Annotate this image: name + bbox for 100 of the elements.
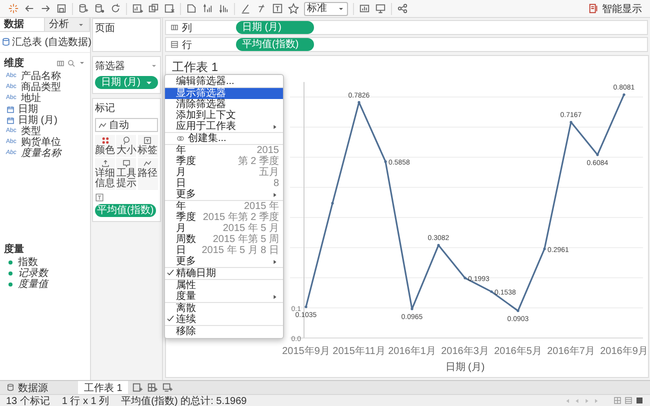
menu-item[interactable]: 更多 [165, 256, 283, 267]
menu-item[interactable]: 属性 [165, 280, 283, 291]
axis-tick-label: 2015年11月 [332, 346, 386, 357]
field-name[interactable]: 商品类型 [21, 82, 61, 93]
submenu-arrow-icon [271, 122, 279, 130]
data-point [516, 310, 520, 312]
status-text: 平均值(指数) 的总计: 5.1969 [121, 394, 247, 406]
data-point [596, 153, 599, 156]
menu-item-value: 2015 [256, 145, 279, 156]
menu-item-value: 2015 年 5 月 8 日 [200, 245, 279, 256]
menu-item[interactable]: 清除筛选器 [165, 99, 283, 110]
marks-button[interactable]: 颜色 [95, 135, 115, 157]
filmstrip-view-icon[interactable] [635, 396, 644, 405]
menu-item[interactable]: 月 2015 年 5 月 [165, 223, 283, 234]
data-point [304, 306, 308, 308]
grid-icon[interactable] [56, 58, 65, 68]
menu-item[interactable]: 应用于工作表 [165, 121, 283, 132]
new-story-icon[interactable] [162, 382, 174, 393]
show-me-button[interactable]: 智能显示 [588, 2, 642, 16]
field-name[interactable]: 记录数 [18, 268, 48, 279]
search-icon[interactable] [67, 58, 76, 68]
text-box-icon[interactable] [272, 3, 283, 14]
menu-item[interactable]: 连续 [165, 314, 283, 325]
marks-button[interactable]: 大小 [116, 135, 136, 157]
database-plus-icon[interactable] [78, 3, 89, 14]
menu-item[interactable]: 日 8 [165, 178, 283, 189]
marks-button[interactable]: 标签 [138, 135, 158, 157]
data-point [622, 93, 626, 96]
panel-tab[interactable]: 分析 [45, 18, 90, 31]
data-point [464, 276, 466, 280]
menu-item[interactable]: 季度 2015 年第 2 季度 [165, 212, 283, 223]
logo-icon[interactable] [8, 3, 19, 14]
marks-button[interactable]: 路径 [138, 158, 158, 190]
check-icon [166, 314, 175, 323]
menu-item[interactable]: 离散 [165, 303, 283, 314]
sheet-tab[interactable]: 工作表 1 [78, 381, 128, 394]
database-icon [6, 383, 15, 392]
card-title: 标记 [95, 102, 115, 115]
clear-sheet-icon[interactable] [164, 3, 175, 14]
field-name[interactable]: 地址 [21, 93, 41, 104]
menu-item[interactable]: 年 2015 [165, 145, 283, 156]
save-icon[interactable] [56, 3, 67, 14]
caret-icon[interactable] [78, 59, 86, 67]
back-arrow-icon[interactable] [24, 3, 35, 14]
data-point [490, 290, 493, 293]
new-sheet-icon[interactable] [132, 3, 143, 14]
duplicate-icon[interactable] [148, 3, 159, 14]
menu-item-value: 第 2 季度 [236, 156, 279, 167]
menu-item[interactable]: 编辑筛选器... [165, 76, 283, 87]
axis-tick-label: 2016年7月 [547, 346, 595, 357]
menu-item[interactable]: 添加到上下文 [165, 110, 283, 121]
menu-item[interactable]: 月 五月 [165, 167, 283, 178]
menu-item[interactable]: 季度 第 2 季度 [165, 156, 283, 167]
database-icon[interactable] [94, 3, 105, 14]
sheet-title: 工作表 1 [171, 59, 220, 74]
menu-item[interactable]: 更多 [165, 189, 283, 200]
sheet-tab[interactable]: 数据源 [0, 381, 54, 394]
dots-icon [100, 136, 110, 145]
field-name[interactable]: 日期 [18, 104, 38, 115]
caret-icon[interactable] [150, 62, 158, 70]
data-point [384, 160, 387, 163]
fit-dropdown[interactable]: 标准 [304, 2, 348, 16]
menu-item-value: 8 [272, 178, 279, 189]
menu-item-value: 2015 年 [242, 201, 279, 212]
new-dashboard-icon[interactable] [147, 382, 158, 393]
menu-item[interactable]: 周数 2015 年第 5 周 [165, 234, 283, 245]
menu-item[interactable]: 创建集... [165, 133, 283, 144]
field-name[interactable]: 指数 [18, 257, 38, 268]
marks-button[interactable]: 详细信息 [95, 158, 115, 190]
field-name[interactable]: 购货单位 [21, 137, 61, 148]
menu-item[interactable]: 度量 [165, 291, 283, 302]
menu-item[interactable]: 精确日期 [165, 268, 283, 279]
forward-arrow-icon[interactable] [40, 3, 51, 14]
mark-type-dropdown[interactable]: 自动 [95, 118, 158, 132]
highlighter-icon[interactable] [240, 3, 251, 14]
share-icon[interactable] [397, 3, 408, 14]
field-name[interactable]: 日期 (月) [18, 115, 58, 126]
set-icon [176, 134, 185, 143]
menu-item[interactable]: 移除 [165, 326, 283, 337]
sort-ascending-icon[interactable] [202, 3, 213, 14]
axis-tick-label: 2016年5月 [494, 346, 542, 357]
new-worksheet-icon[interactable] [132, 382, 144, 393]
sort-descending-icon[interactable] [218, 3, 229, 14]
presentation-icon[interactable] [375, 3, 386, 14]
calendar-icon [6, 105, 15, 114]
field-name[interactable]: 类型 [21, 126, 41, 137]
field-name[interactable]: 产品名称 [21, 71, 61, 82]
field-name[interactable]: 度量名称 [21, 148, 61, 159]
axis-tick-label: 2016年9月 [600, 346, 647, 357]
marks-button[interactable]: 工具提示 [116, 158, 136, 190]
refresh-icon[interactable] [110, 3, 121, 14]
data-point [570, 120, 572, 124]
menu-item[interactable]: 显示筛选器 [165, 88, 283, 99]
data-source-name[interactable]: 汇总表 (自选数据) [12, 35, 92, 49]
field-name[interactable]: 度量值 [18, 279, 48, 290]
menu-item[interactable]: 年 2015 年 [165, 201, 283, 212]
chart-icon[interactable] [359, 3, 370, 14]
axis-title: 日期 (月) [445, 362, 485, 373]
menu-item[interactable]: 日 2015 年 5 月 8 日 [165, 245, 283, 256]
pin-icon[interactable] [288, 3, 299, 14]
